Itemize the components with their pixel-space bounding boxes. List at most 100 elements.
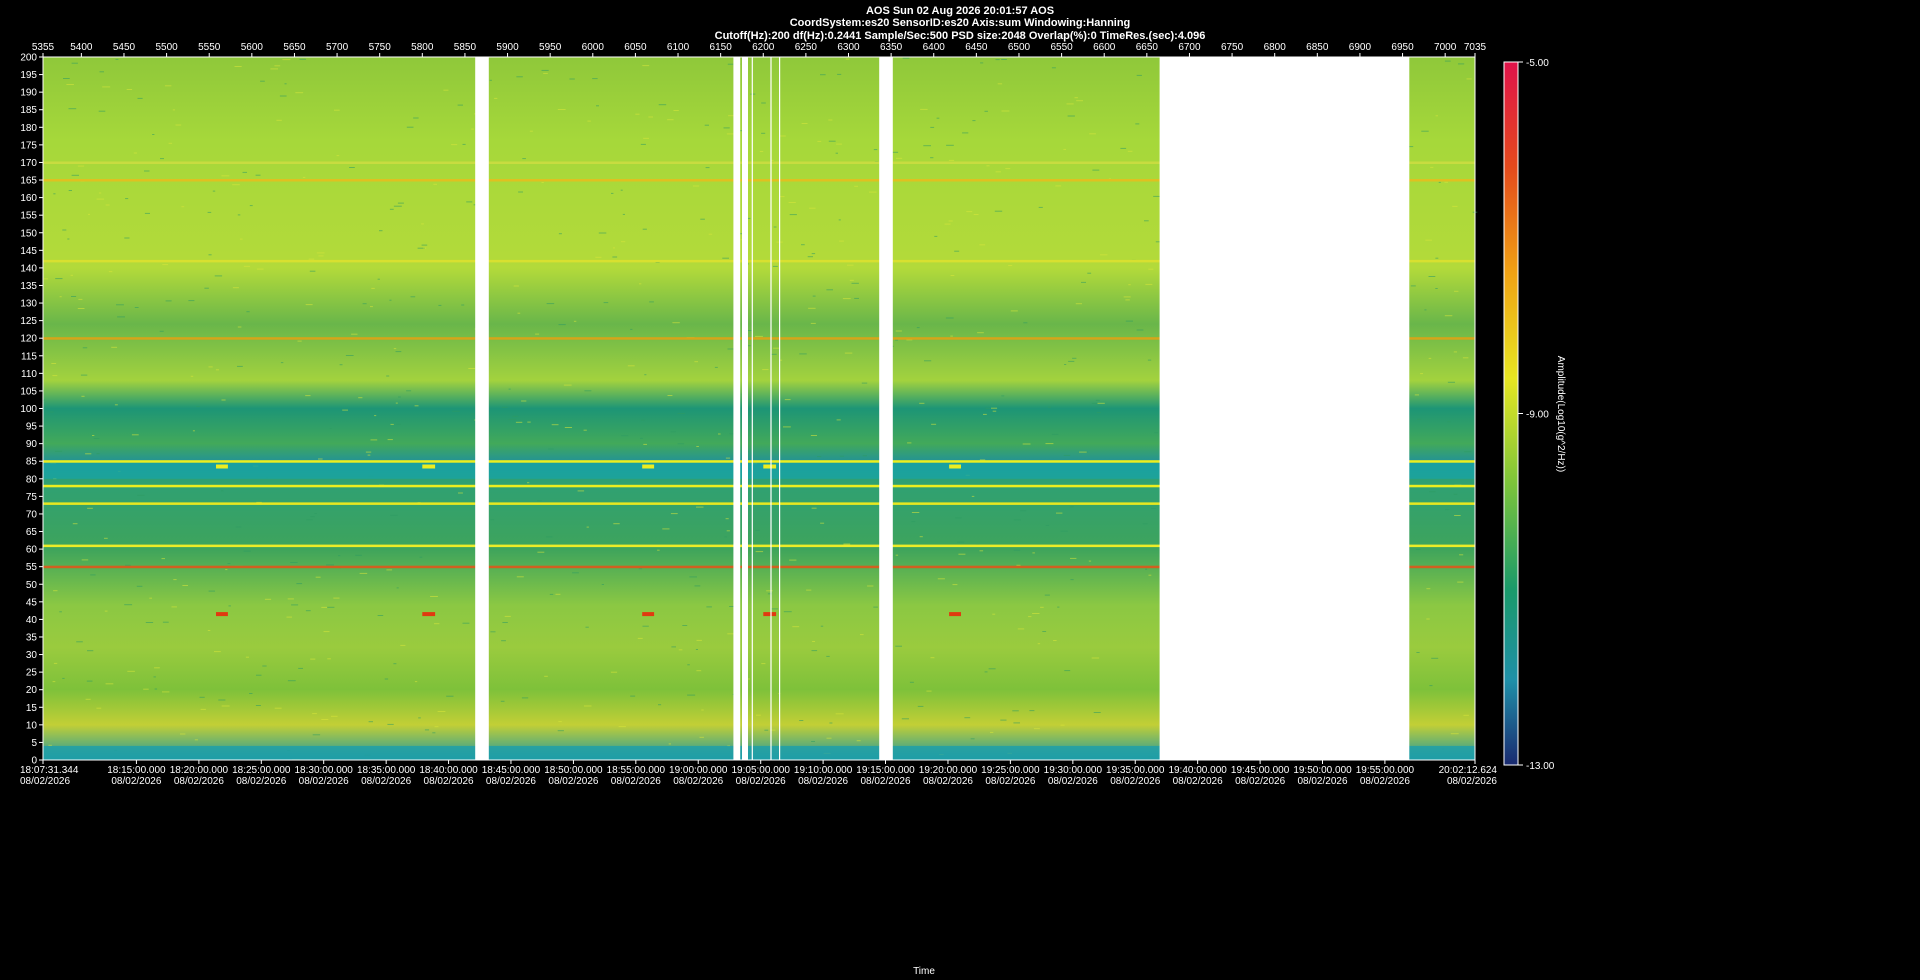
texture-speck bbox=[618, 480, 621, 482]
texture-speck bbox=[270, 68, 278, 70]
texture-speck bbox=[807, 256, 813, 258]
texture-speck bbox=[694, 361, 698, 363]
texture-speck bbox=[1463, 714, 1469, 716]
texture-speck bbox=[86, 680, 93, 682]
texture-speck bbox=[931, 423, 937, 425]
texture-speck bbox=[789, 214, 797, 216]
texture-speck bbox=[1033, 728, 1040, 730]
texture-speck bbox=[839, 240, 844, 242]
texture-speck bbox=[673, 110, 679, 111]
y-tick-label: 145 bbox=[20, 246, 37, 257]
texture-speck bbox=[809, 207, 816, 209]
texture-speck bbox=[358, 397, 363, 399]
texture-speck bbox=[724, 536, 727, 538]
texture-speck bbox=[228, 605, 231, 607]
x-axis: 18:07:31.34408/02/202618:15:00.00008/02/… bbox=[20, 760, 1497, 787]
texture-speck bbox=[892, 151, 899, 153]
texture-speck bbox=[1013, 549, 1021, 551]
texture-speck bbox=[124, 237, 130, 239]
texture-speck bbox=[1120, 147, 1127, 149]
texture-speck bbox=[192, 430, 195, 432]
texture-speck bbox=[208, 254, 212, 256]
texture-speck bbox=[1415, 549, 1421, 550]
texture-speck bbox=[811, 507, 817, 509]
texture-speck bbox=[443, 89, 449, 91]
texture-speck bbox=[117, 316, 125, 318]
texture-speck bbox=[168, 142, 173, 144]
texture-speck bbox=[470, 413, 475, 415]
texture-speck bbox=[55, 278, 63, 280]
texture-speck bbox=[136, 585, 143, 587]
y-tick-label: 85 bbox=[26, 457, 38, 468]
texture-speck bbox=[971, 495, 975, 497]
texture-speck bbox=[761, 132, 766, 134]
texture-speck bbox=[389, 299, 392, 301]
texture-speck bbox=[295, 92, 304, 94]
texture-speck bbox=[911, 521, 916, 523]
texture-speck bbox=[584, 705, 592, 707]
plot-area bbox=[42, 56, 1478, 761]
texture-speck bbox=[72, 523, 78, 525]
texture-speck bbox=[995, 59, 1000, 61]
texture-speck bbox=[546, 536, 553, 538]
texture-speck bbox=[671, 646, 676, 648]
texture-speck bbox=[966, 211, 973, 213]
texture-speck bbox=[377, 615, 384, 616]
texture-speck bbox=[934, 235, 938, 237]
texture-speck bbox=[232, 184, 240, 186]
texture-speck bbox=[955, 517, 962, 519]
texture-speck bbox=[430, 596, 438, 597]
texture-speck bbox=[85, 698, 91, 700]
texture-speck bbox=[145, 622, 154, 623]
texture-speck bbox=[1414, 394, 1419, 396]
texture-speck bbox=[725, 518, 729, 520]
texture-speck bbox=[649, 301, 654, 303]
x-tick-time: 19:05:00.000 bbox=[732, 765, 791, 776]
texture-speck bbox=[374, 415, 377, 417]
event-marker bbox=[763, 464, 777, 469]
texture-speck bbox=[370, 439, 378, 441]
texture-speck bbox=[618, 726, 626, 728]
texture-speck bbox=[773, 226, 777, 228]
texture-speck bbox=[437, 711, 446, 712]
texture-speck bbox=[521, 697, 529, 699]
texture-speck bbox=[667, 119, 674, 121]
texture-speck bbox=[1070, 557, 1077, 559]
texture-speck bbox=[144, 170, 150, 172]
x-tick-date: 08/02/2026 bbox=[673, 776, 723, 787]
texture-speck bbox=[801, 123, 808, 124]
top-tick-label: 6800 bbox=[1264, 42, 1287, 53]
texture-speck bbox=[334, 109, 340, 111]
texture-speck bbox=[979, 244, 986, 246]
data-gap bbox=[879, 57, 893, 760]
texture-speck bbox=[817, 456, 822, 458]
texture-speck bbox=[1097, 402, 1105, 404]
texture-speck bbox=[96, 707, 102, 709]
texture-speck bbox=[630, 695, 636, 697]
top-tick-label: 7035 bbox=[1464, 42, 1487, 53]
texture-speck bbox=[954, 250, 960, 252]
texture-speck bbox=[1428, 276, 1436, 277]
texture-speck bbox=[924, 360, 932, 362]
top-tick-label: 6200 bbox=[752, 42, 775, 53]
texture-speck bbox=[414, 405, 419, 407]
texture-speck bbox=[214, 275, 223, 277]
texture-speck bbox=[810, 435, 817, 436]
y-tick-label: 130 bbox=[20, 299, 37, 310]
texture-speck bbox=[207, 630, 211, 631]
y-tick-label: 15 bbox=[26, 703, 38, 714]
top-tick-label: 6600 bbox=[1093, 42, 1116, 53]
y-tick-label: 165 bbox=[20, 176, 37, 187]
texture-speck bbox=[603, 302, 609, 304]
texture-speck bbox=[421, 244, 428, 246]
top-tick-label: 6100 bbox=[667, 42, 690, 53]
x-tick-date: 08/02/2026 bbox=[1297, 776, 1347, 787]
texture-speck bbox=[1145, 283, 1153, 285]
texture-speck bbox=[584, 390, 592, 392]
texture-speck bbox=[839, 455, 845, 457]
texture-speck bbox=[1135, 123, 1140, 125]
x-tick-date: 08/02/2026 bbox=[1110, 776, 1160, 787]
texture-speck bbox=[515, 421, 523, 423]
texture-speck bbox=[958, 553, 966, 555]
texture-speck bbox=[305, 304, 313, 306]
